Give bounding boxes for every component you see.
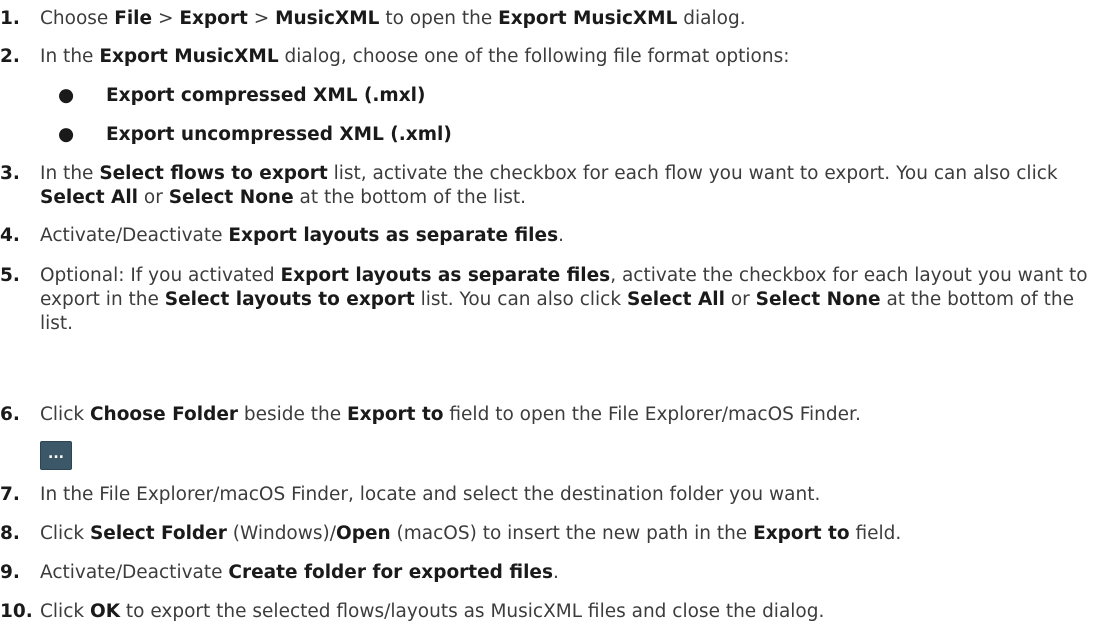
text-run: list. You can also click bbox=[414, 289, 627, 310]
step-text: Activate/Deactivate Export layouts as se… bbox=[40, 224, 1104, 248]
step-number: 3. bbox=[0, 163, 20, 184]
text-run: Click bbox=[40, 523, 90, 544]
step-10: 10. Click OK to export the selected flow… bbox=[0, 600, 1104, 624]
step-text: Choose File > Export > MusicXML to open … bbox=[40, 7, 1104, 31]
text-run: dialog, choose one of the following file… bbox=[278, 46, 790, 67]
text-run: In the File Explorer/macOS Finder, locat… bbox=[40, 484, 821, 505]
ui-term: Export to bbox=[753, 523, 850, 544]
text-run: Choose bbox=[40, 8, 115, 29]
ui-term: OK bbox=[89, 601, 121, 622]
step-text: In the File Explorer/macOS Finder, locat… bbox=[40, 483, 1104, 507]
step-text: In the Export MusicXML dialog, choose on… bbox=[40, 45, 1104, 69]
text-run: field to open the File Explorer/macOS Fi… bbox=[443, 404, 861, 425]
ui-term: Select layouts to export bbox=[164, 289, 415, 310]
text-run: to open the bbox=[379, 8, 499, 29]
text-run: In the bbox=[40, 163, 100, 184]
format-option-mxl: ● Export compressed XML (.mxl) bbox=[40, 84, 425, 108]
step-number: 2. bbox=[0, 46, 20, 67]
ui-term: MusicXML bbox=[275, 8, 380, 29]
step-number: 7. bbox=[0, 484, 20, 505]
ui-term: File bbox=[114, 8, 153, 29]
text-run: to export the selected flows/layouts as … bbox=[120, 601, 825, 622]
ui-term: Export MusicXML bbox=[498, 8, 678, 29]
ui-term: Export layouts as separate files bbox=[280, 265, 611, 286]
text-run: > bbox=[247, 8, 276, 29]
step-text: Optional: If you activated Export layout… bbox=[40, 264, 1104, 336]
step-number: 6. bbox=[0, 404, 20, 425]
step-number: 8. bbox=[0, 523, 20, 544]
ui-term: Choose Folder bbox=[89, 404, 238, 425]
text-run: (Windows)/ bbox=[226, 523, 336, 544]
ui-term: Export MusicXML bbox=[99, 46, 279, 67]
ui-term: Select None bbox=[168, 187, 294, 208]
instruction-steps: 1. Choose File > Export > MusicXML to op… bbox=[0, 0, 1112, 640]
text-run: Optional: If you activated bbox=[40, 265, 281, 286]
text-run: beside the bbox=[238, 404, 348, 425]
ui-term: Select Folder bbox=[89, 523, 227, 544]
ui-term: Export bbox=[179, 8, 248, 29]
text-run: or bbox=[138, 187, 169, 208]
step-8: 8. Click Select Folder (Windows)/Open (m… bbox=[0, 522, 1104, 546]
text-run: In the bbox=[40, 46, 100, 67]
ellipsis-icon: ... bbox=[48, 446, 64, 462]
text-run: Click bbox=[40, 404, 90, 425]
bullet-text: Export compressed XML (.mxl) bbox=[106, 85, 426, 106]
text-run: list, activate the checkbox for each flo… bbox=[327, 163, 1058, 184]
text-run: . bbox=[552, 562, 559, 583]
ui-term: Create folder for exported files bbox=[228, 562, 553, 583]
bullet-icon: ● bbox=[58, 85, 75, 106]
step-2: 2. In the Export MusicXML dialog, choose… bbox=[0, 45, 1104, 69]
format-option-xml: ● Export uncompressed XML (.xml) bbox=[40, 123, 452, 147]
step-number: 1. bbox=[0, 8, 20, 29]
text-run: at the bottom of the list. bbox=[293, 187, 527, 208]
step-text: Activate/Deactivate Create folder for ex… bbox=[40, 561, 1104, 585]
text-run: (macOS) to insert the new path in the bbox=[390, 523, 754, 544]
step-text: Click OK to export the selected flows/la… bbox=[40, 600, 1104, 624]
step-3: 3. In the Select flows to export list, a… bbox=[0, 162, 1104, 210]
ui-term: Select flows to export bbox=[99, 163, 328, 184]
step-number: 4. bbox=[0, 225, 20, 246]
ui-term: Export to bbox=[347, 404, 444, 425]
text-run: or bbox=[724, 289, 756, 310]
step-text: Click Select Folder (Windows)/Open (macO… bbox=[40, 522, 1104, 546]
step-7: 7. In the File Explorer/macOS Finder, lo… bbox=[0, 483, 1104, 507]
step-text: Click Choose Folder beside the Export to… bbox=[40, 403, 1104, 427]
step-number: 10. bbox=[0, 601, 33, 622]
step-number: 9. bbox=[0, 562, 20, 583]
ui-term: Select None bbox=[755, 289, 881, 310]
step-5: 5. Optional: If you activated Export lay… bbox=[0, 264, 1104, 336]
step-text: In the Select flows to export list, acti… bbox=[40, 162, 1104, 210]
text-run: . bbox=[558, 225, 564, 246]
choose-folder-button[interactable]: ... bbox=[40, 441, 72, 470]
ui-term: Open bbox=[335, 523, 391, 544]
ui-term: Select All bbox=[626, 289, 725, 310]
text-run: > bbox=[152, 8, 180, 29]
bullet-icon: ● bbox=[58, 124, 75, 145]
step-1: 1. Choose File > Export > MusicXML to op… bbox=[0, 7, 1104, 31]
step-number: 5. bbox=[0, 265, 20, 286]
ui-term: Select All bbox=[40, 187, 139, 208]
text-run: dialog. bbox=[677, 8, 746, 29]
ui-term: Export layouts as separate files bbox=[228, 225, 559, 246]
step-6: 6. Click Choose Folder beside the Export… bbox=[0, 403, 1104, 427]
text-run: field. bbox=[849, 523, 902, 544]
text-run: Click bbox=[40, 601, 90, 622]
text-run: Activate/Deactivate bbox=[40, 225, 229, 246]
step-4: 4. Activate/Deactivate Export layouts as… bbox=[0, 224, 1104, 248]
text-run: Activate/Deactivate bbox=[40, 562, 229, 583]
bullet-text: Export uncompressed XML (.xml) bbox=[106, 124, 452, 145]
step-9: 9. Activate/Deactivate Create folder for… bbox=[0, 561, 1104, 585]
